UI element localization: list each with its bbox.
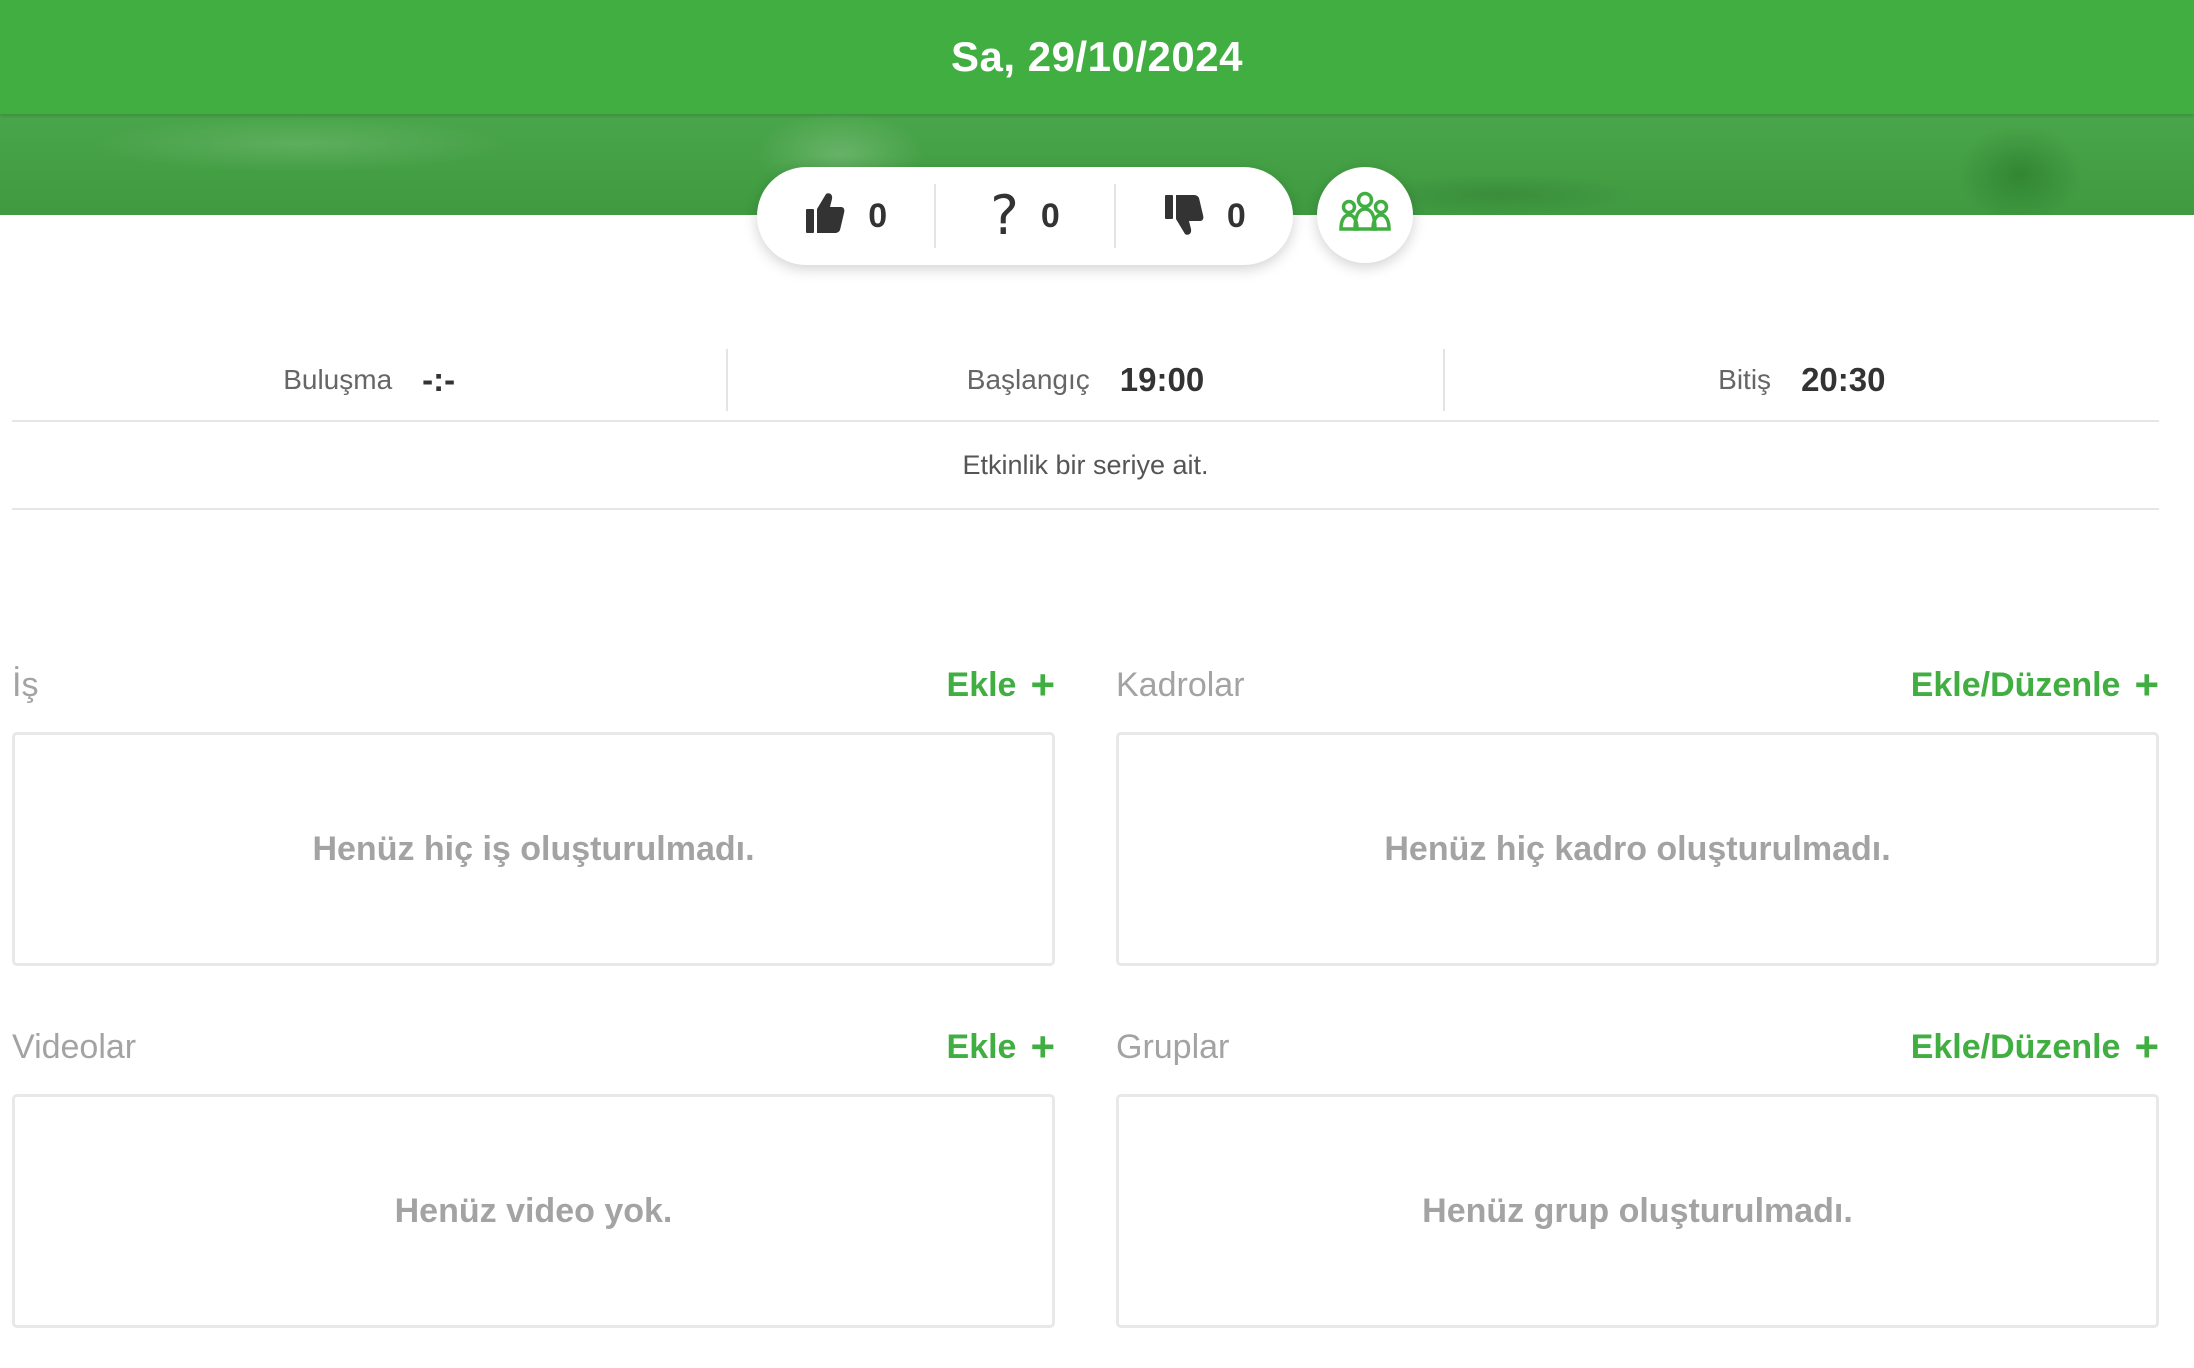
end-time-value: 20:30 (1801, 361, 1886, 398)
event-date: Sa, 29/10/2024 (951, 33, 1243, 80)
rsvp-no-count: 0 (1226, 196, 1246, 235)
rsvp-maybe-button[interactable]: ? 0 (936, 167, 1113, 265)
plus-icon: + (2134, 1023, 2159, 1070)
rsvp-yes-count: 0 (868, 196, 888, 235)
lineups-empty-state: Henüz hiç kadro oluşturulmadı. (1116, 732, 2159, 966)
tasks-section: İş Ekle + Henüz hiç iş oluşturulmadı. (12, 660, 1055, 966)
lineups-edit-label: Ekle/Düzenle (1910, 665, 2121, 704)
tasks-title: İş (12, 665, 39, 704)
event-times: Buluşma -:- Başlangıç 19:00 Bitiş 20:30 (12, 340, 2159, 422)
plus-icon: + (1030, 661, 1055, 708)
meet-time-value: -:- (422, 361, 456, 398)
plus-icon: + (1030, 1023, 1055, 1070)
start-time-value: 19:00 (1119, 361, 1205, 398)
videos-section: Videolar Ekle + Henüz video yok. (12, 1022, 1055, 1328)
tasks-add-label: Ekle (946, 665, 1017, 704)
start-time: Başlangıç 19:00 (728, 340, 1442, 420)
videos-empty-state: Henüz video yok. (12, 1094, 1055, 1328)
rsvp-bar: 0 ? 0 0 (757, 167, 1293, 265)
groups-edit-button[interactable]: Ekle/Düzenle + (1911, 1026, 2159, 1068)
videos-add-label: Ekle (946, 1027, 1017, 1066)
start-time-label: Başlangıç (966, 364, 1090, 395)
rsvp-maybe-count: 0 (1040, 196, 1060, 235)
lineups-title: Kadrolar (1116, 665, 1245, 704)
videos-title: Videolar (12, 1027, 137, 1066)
rsvp-yes-button[interactable]: 0 (757, 167, 934, 265)
rsvp-no-button[interactable]: 0 (1116, 167, 1293, 265)
groups-empty-state: Henüz grup oluşturulmadı. (1116, 1094, 2159, 1328)
videos-add-button[interactable]: Ekle + (947, 1026, 1055, 1068)
meet-time: Buluşma -:- (12, 340, 726, 420)
groups-section: Gruplar Ekle/Düzenle + Henüz grup oluştu… (1116, 1022, 2159, 1328)
question-icon: ? (990, 184, 1019, 247)
thumbs-up-icon (804, 191, 846, 242)
participants-button[interactable] (1317, 167, 1413, 263)
tasks-add-button[interactable]: Ekle + (947, 664, 1055, 706)
groups-edit-label: Ekle/Düzenle (1910, 1027, 2121, 1066)
tasks-empty-state: Henüz hiç iş oluşturulmadı. (12, 732, 1055, 966)
series-note: Etkinlik bir seriye ait. (12, 422, 2159, 510)
end-time-label: Bitiş (1718, 364, 1772, 395)
end-time: Bitiş 20:30 (1445, 340, 2159, 420)
plus-icon: + (2134, 661, 2159, 708)
groups-title: Gruplar (1116, 1027, 1230, 1066)
group-icon (1337, 191, 1393, 240)
lineups-section: Kadrolar Ekle/Düzenle + Henüz hiç kadro … (1116, 660, 2159, 966)
lineups-edit-button[interactable]: Ekle/Düzenle + (1911, 664, 2159, 706)
meet-time-label: Buluşma (283, 364, 393, 395)
header-bar: Sa, 29/10/2024 (0, 0, 2194, 114)
thumbs-down-icon (1163, 191, 1205, 242)
